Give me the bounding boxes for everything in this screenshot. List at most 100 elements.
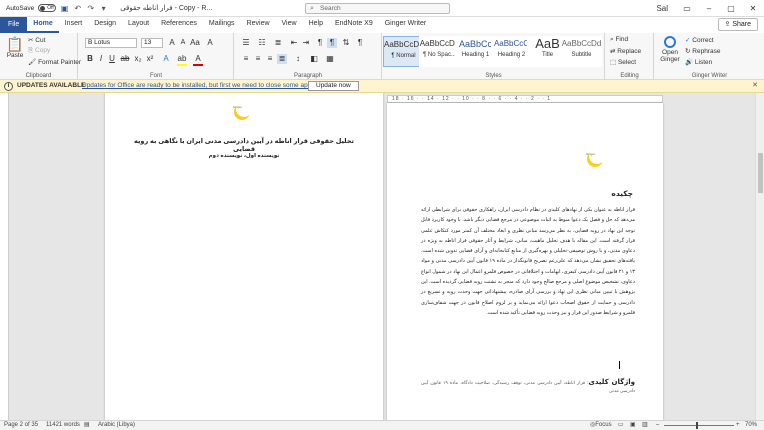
keywords-line: واژگان کلیدی: قرار اناطه، آیین دادرسی مد…	[421, 379, 635, 395]
ltr-icon[interactable]: ¶	[315, 38, 325, 48]
print-layout-icon[interactable]: ▣	[630, 421, 636, 430]
page-count[interactable]: Page 2 of 35	[4, 421, 38, 430]
proofing-icon[interactable]: ▤	[84, 421, 90, 430]
moon-logo-icon	[234, 101, 252, 120]
rephrase-button[interactable]: ↻ Rephrase	[685, 47, 720, 55]
language-indicator[interactable]: Arabic (Libya)	[98, 421, 135, 430]
paste-button[interactable]: 📋 Paste	[5, 36, 25, 59]
zoom-out-icon[interactable]: –	[656, 421, 659, 430]
minimize-icon[interactable]: –	[698, 4, 720, 13]
info-icon: i	[4, 82, 13, 91]
format-painter-button[interactable]: 🖌 Format Painter	[28, 58, 81, 66]
borders-icon[interactable]: ▦	[325, 54, 335, 64]
font-group-label: Font	[149, 73, 162, 79]
cut-label: Cut	[35, 37, 46, 44]
shading-icon[interactable]: ◧	[309, 54, 319, 64]
redo-icon[interactable]: ↷	[86, 4, 95, 13]
superscript-icon[interactable]: x²	[145, 54, 155, 64]
numbering-icon[interactable]: ☷	[257, 38, 267, 48]
read-mode-icon[interactable]: ▭	[618, 421, 624, 430]
line-spacing-icon[interactable]: ↕	[293, 54, 303, 64]
autosave-toggle[interactable]: Off	[38, 4, 57, 12]
tab-file[interactable]: File	[0, 17, 28, 33]
change-case-icon[interactable]: Aa	[190, 38, 200, 48]
style-heading-2[interactable]: AaBbCcC Heading 2	[491, 36, 532, 67]
zoom-slider[interactable]	[664, 425, 734, 426]
correct-button[interactable]: ✓ Correct	[685, 36, 714, 44]
page-2[interactable]: Ginger چکیده قرار اناطه به عنوان یکی از …	[387, 103, 663, 420]
bullets-icon[interactable]: ☰	[241, 38, 251, 48]
text-effects-icon[interactable]: A	[161, 54, 171, 64]
zoom-slider-thumb[interactable]	[696, 422, 698, 429]
replace-button[interactable]: ⇄ Replace	[610, 47, 641, 55]
zoom-in-icon[interactable]: +	[736, 421, 740, 430]
align-right-icon[interactable]: ≡	[265, 54, 275, 64]
tab-help[interactable]: Help	[303, 17, 329, 33]
style-no-spacing[interactable]: AaBbCcDd ¶ No Spac...	[419, 36, 460, 67]
tab-insert[interactable]: Insert	[59, 17, 89, 33]
justify-icon[interactable]: ≣	[277, 54, 287, 64]
user-name[interactable]: Sal	[656, 4, 668, 13]
zoom-level[interactable]: 70%	[745, 421, 757, 430]
update-now-button[interactable]: Update now	[308, 81, 359, 91]
word-count[interactable]: 11421 words	[46, 421, 80, 430]
clear-formatting-icon[interactable]: A	[205, 38, 215, 48]
font-name-select[interactable]: B Lotus	[85, 38, 137, 48]
decrease-indent-icon[interactable]: ⇤	[289, 38, 299, 48]
vertical-scrollbar[interactable]	[755, 93, 764, 420]
share-button[interactable]: ⇪ Share	[717, 18, 758, 31]
font-size-select[interactable]: 13	[141, 38, 163, 48]
cut-button[interactable]: ✂ Cut	[28, 36, 45, 44]
style-subtitle[interactable]: AaBbCcDd Subtitle	[561, 36, 602, 67]
strikethrough-icon[interactable]: ab	[120, 54, 130, 64]
copy-button[interactable]: ⎘ Copy	[28, 47, 50, 55]
close-notice-icon[interactable]: ✕	[752, 80, 758, 92]
style-normal[interactable]: AaBbCcDd ¶ Normal	[383, 36, 424, 67]
tab-references[interactable]: References	[155, 17, 203, 33]
maximize-icon[interactable]: ▢	[720, 4, 742, 13]
increase-indent-icon[interactable]: ⇥	[301, 38, 311, 48]
save-icon[interactable]: ▣	[60, 4, 69, 13]
align-center-icon[interactable]: ≡	[253, 54, 263, 64]
select-button[interactable]: ⬚ Select	[610, 58, 636, 66]
tab-design[interactable]: Design	[88, 17, 122, 33]
page-1[interactable]: Ginger تحلیل حقوقی قرار اناطه در آیین دا…	[105, 93, 383, 420]
notice-message-link[interactable]: Updates for Office are ready to be insta…	[82, 80, 316, 92]
subscript-icon[interactable]: x₂	[133, 54, 143, 64]
undo-icon[interactable]: ↶	[73, 4, 82, 13]
find-button[interactable]: ⌕ Find	[610, 36, 628, 44]
search-input[interactable]: ⌕ Search	[305, 3, 450, 14]
tab-view[interactable]: View	[276, 17, 303, 33]
tab-ginger-writer[interactable]: Ginger Writer	[379, 17, 433, 33]
tab-home[interactable]: Home	[27, 17, 59, 33]
font-color-icon[interactable]: A	[193, 54, 203, 66]
rtl-icon[interactable]: ¶	[327, 38, 337, 48]
listen-button[interactable]: 🔊 Listen	[685, 58, 712, 66]
status-bar: Page 2 of 35 11421 words ▤ Arabic (Libya…	[0, 420, 764, 430]
focus-button[interactable]: ◎ Focus	[590, 421, 612, 430]
close-icon[interactable]: ✕	[742, 4, 764, 13]
underline-icon[interactable]: U	[107, 54, 117, 64]
tab-layout[interactable]: Layout	[122, 17, 155, 33]
web-layout-icon[interactable]: ▥	[642, 421, 648, 430]
show-marks-icon[interactable]: ¶	[355, 38, 365, 48]
grow-font-icon[interactable]: A	[167, 38, 177, 48]
vertical-ruler[interactable]	[0, 93, 9, 420]
shrink-font-icon[interactable]: A	[178, 38, 188, 48]
open-ginger-button[interactable]: Open Ginger	[659, 36, 681, 63]
horizontal-ruler[interactable]: 18 · 16 · · 14 · 12 · · 10 · · 8 · · 6 ·…	[387, 95, 663, 103]
highlight-icon[interactable]: ab	[177, 54, 187, 66]
ribbon-display-icon[interactable]: ▭	[676, 4, 698, 13]
customize-qat-icon[interactable]: ▾	[99, 4, 108, 13]
multilevel-list-icon[interactable]: ≣	[273, 38, 283, 48]
tab-mailings[interactable]: Mailings	[203, 17, 241, 33]
tab-endnote[interactable]: EndNote X9	[329, 17, 379, 33]
scrollbar-thumb[interactable]	[758, 153, 763, 193]
align-left-icon[interactable]: ≡	[241, 54, 251, 64]
style-heading-1[interactable]: AaBbCc Heading 1	[455, 36, 496, 67]
sort-icon[interactable]: ⇅	[341, 38, 351, 48]
bold-icon[interactable]: B	[85, 54, 95, 64]
italic-icon[interactable]: I	[96, 54, 106, 64]
document-workspace[interactable]: 18 · 16 · · 14 · 12 · · 10 · · 8 · · 6 ·…	[0, 93, 764, 420]
tab-review[interactable]: Review	[241, 17, 276, 33]
